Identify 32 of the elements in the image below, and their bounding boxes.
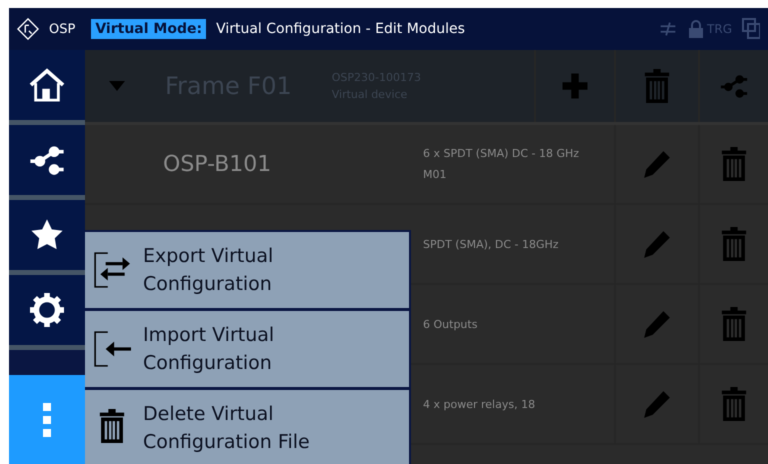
trash-icon [719,227,749,261]
trash-icon [719,147,749,181]
trigger-label: TRG [707,22,732,36]
module-description: 6 x SPDT (SMA) DC - 18 GHz [423,147,580,160]
lock-icon [689,20,704,38]
module-name: OSP-B101 [163,152,272,176]
sidebar-button[interactable] [9,200,85,275]
module-slot: M01 [423,168,614,181]
logo-icon [17,18,39,40]
windows-icon [742,18,760,40]
trash-icon [719,387,749,421]
module-description: 4 x power relays, 18 [423,398,536,410]
caret-icon[interactable] [109,81,125,91]
settings-icon [28,293,66,327]
home-icon [28,68,66,102]
trash-icon [97,409,127,443]
brand-name: OSP [49,22,76,36]
more-icon [42,402,52,438]
mode-badge: Virtual Mode: [91,19,206,39]
menu-item[interactable]: Import Virtual Configuration [85,311,409,387]
module-description: 6 Outputs [423,318,478,330]
window-title: Virtual Configuration - Edit Modules [216,21,466,37]
import-icon [93,330,131,368]
trash-icon [719,307,749,341]
export-icon [93,251,131,289]
menu-item[interactable]: Export Virtual Configuration [85,232,409,308]
trash-icon [642,69,672,103]
sidebar-button[interactable] [9,50,85,125]
sidebar-button[interactable] [9,125,85,200]
module-description: SPDT (SMA), DC - 18GHz [423,238,560,250]
sidebar-button[interactable] [9,275,85,350]
menu-item[interactable]: Delete Virtual Configuration File [85,390,409,464]
